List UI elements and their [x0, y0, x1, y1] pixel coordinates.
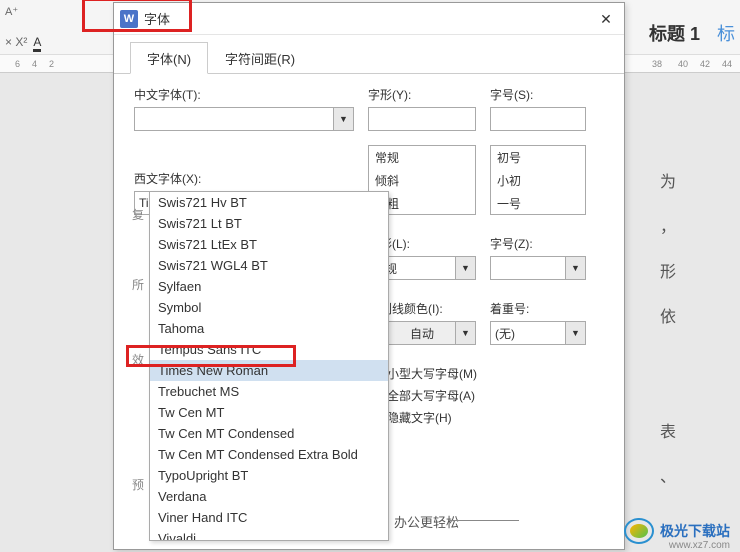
font-dropdown-list[interactable]: Swis721 Hv BT Swis721 Lt BT Swis721 LtEx… [149, 191, 389, 541]
font-option[interactable]: Viner Hand ITC [150, 507, 388, 528]
font-dialog: W 字体 ✕ 字体(N) 字符间距(R) 中文字体(T): ▼ 字形(Y): 字… [113, 2, 625, 550]
label-style: 字形(Y): [368, 86, 476, 103]
side-label: 所 [132, 276, 144, 293]
label-western-font: 西文字体(X): [134, 170, 354, 187]
chinese-font-combo[interactable]: ▼ [134, 107, 354, 131]
list-item[interactable]: 常规 [369, 146, 475, 169]
checkbox-label: 全部大写字母(A) [387, 387, 475, 404]
size-input[interactable] [490, 107, 586, 131]
heading-style[interactable]: 标题 1 [649, 20, 700, 46]
app-icon: W [120, 10, 138, 28]
subscript-icon[interactable]: × X² [5, 35, 27, 52]
side-label: 复 [132, 206, 144, 223]
list-item[interactable]: 倾斜 [369, 169, 475, 192]
font-option[interactable]: Trebuchet MS [150, 381, 388, 402]
ruler-mark: 42 [700, 59, 710, 69]
emphasis-value: (无) [495, 325, 515, 342]
font-option[interactable]: Tw Cen MT Condensed [150, 423, 388, 444]
watermark-url: www.xz7.com [669, 540, 730, 551]
font-option[interactable]: Tempus Sans ITC [150, 339, 388, 360]
font-option[interactable]: Tahoma [150, 318, 388, 339]
watermark-name: 极光下载站 [660, 521, 730, 541]
label-emphasis: 着重号: [490, 300, 586, 317]
superscript-icon[interactable]: A⁺ [5, 5, 18, 18]
font-color-icon[interactable]: A [33, 35, 41, 52]
ruler-mark: 6 [15, 59, 20, 69]
ruler-mark: 40 [678, 59, 688, 69]
font-option[interactable]: Tw Cen MT [150, 402, 388, 423]
dialog-titlebar: W 字体 ✕ [114, 3, 624, 35]
heading-style-next[interactable]: 标 [717, 20, 735, 46]
footer-line [449, 520, 519, 521]
doc-char: 形 [660, 258, 680, 282]
tab-font[interactable]: 字体(N) [130, 42, 208, 74]
doc-char: 为 [660, 168, 680, 192]
ruler-mark: 44 [722, 59, 732, 69]
list-item[interactable]: 小初 [491, 169, 585, 192]
font-option[interactable]: Swis721 Hv BT [150, 192, 388, 213]
side-label: 效 [132, 351, 144, 368]
chevron-down-icon[interactable]: ▼ [455, 257, 475, 279]
label-size: 字号(S): [490, 86, 586, 103]
doc-char: 、 [660, 463, 680, 487]
dialog-title: 字体 [144, 9, 170, 28]
chevron-down-icon[interactable]: ▼ [455, 322, 475, 344]
ruler-mark: 4 [32, 59, 37, 69]
chevron-down-icon[interactable]: ▼ [565, 322, 585, 344]
underline-color-value: 自动 [410, 325, 434, 342]
chevron-down-icon[interactable]: ▼ [565, 257, 585, 279]
dialog-tabs: 字体(N) 字符间距(R) [114, 35, 624, 74]
checkbox-hidden[interactable]: 隐藏文字(H) [368, 409, 604, 426]
doc-char: 表 [660, 418, 680, 442]
checkbox-label: 隐藏文字(H) [387, 409, 452, 426]
label-complex-size: 字号(Z): [490, 235, 586, 252]
ruler-mark: 38 [652, 59, 662, 69]
font-option[interactable]: Sylfaen [150, 276, 388, 297]
font-option[interactable]: Swis721 WGL4 BT [150, 255, 388, 276]
footer-hint: 办公更轻松 [394, 512, 459, 531]
complex-size-combo[interactable]: ▼ [490, 256, 586, 280]
doc-char: 依 [660, 303, 680, 327]
checkbox-small-caps[interactable]: 小型大写字母(M) [368, 365, 604, 382]
font-option[interactable]: Verdana [150, 486, 388, 507]
label-chinese-font: 中文字体(T): [134, 86, 354, 103]
checkbox-label: 小型大写字母(M) [387, 365, 477, 382]
toolbar-icons: A⁺ [5, 5, 18, 18]
list-item[interactable]: 一号 [491, 192, 585, 215]
style-input[interactable] [368, 107, 476, 131]
chevron-down-icon[interactable]: ▼ [333, 108, 353, 130]
font-option[interactable]: Tw Cen MT Condensed Extra Bold [150, 444, 388, 465]
list-item[interactable]: 初号 [491, 146, 585, 169]
emphasis-combo[interactable]: (无) ▼ [490, 321, 586, 345]
side-label: 预 [132, 476, 144, 493]
ruler-mark: 2 [49, 59, 54, 69]
close-button[interactable]: ✕ [596, 9, 616, 29]
font-option[interactable]: Swis721 LtEx BT [150, 234, 388, 255]
watermark: 极光下载站 www.xz7.com [624, 518, 730, 544]
size-listbox[interactable]: 初号 小初 一号 [490, 145, 586, 215]
font-option[interactable]: Swis721 Lt BT [150, 213, 388, 234]
font-option[interactable]: Symbol [150, 297, 388, 318]
tab-spacing[interactable]: 字符间距(R) [208, 42, 312, 74]
font-option[interactable]: Vivaldi [150, 528, 388, 541]
doc-char: ， [660, 213, 680, 237]
font-option-selected[interactable]: Times New Roman [150, 360, 388, 381]
checkbox-all-caps[interactable]: 全部大写字母(A) [368, 387, 604, 404]
watermark-logo-icon [624, 518, 654, 544]
font-option[interactable]: TypoUpright BT [150, 465, 388, 486]
